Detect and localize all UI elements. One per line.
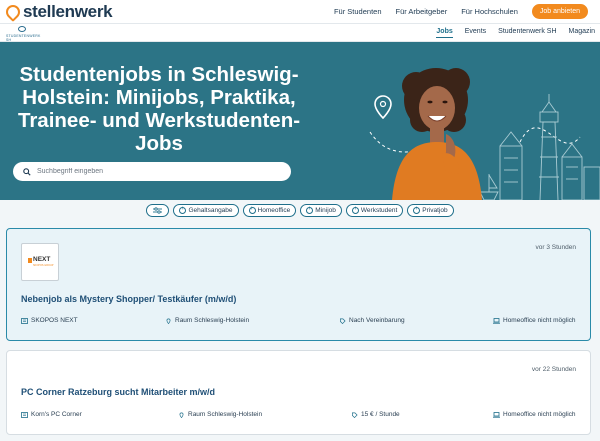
posted-time: vor 22 Stunden (531, 366, 576, 373)
filter-gehaltsangabe[interactable]: Gehaltsangabe (173, 204, 239, 217)
job-location: Raum Schleswig-Holstein (175, 317, 250, 324)
search-box[interactable] (13, 162, 291, 181)
building-icon (21, 411, 28, 418)
meta-location: Raum Schleswig-Holstein (165, 317, 249, 324)
filter-homeoffice[interactable]: Homeoffice (242, 204, 297, 217)
nav-fuer-hochschulen[interactable]: Für Hochschulen (461, 7, 518, 16)
tab-jobs[interactable]: Jobs (436, 28, 453, 38)
meta-homeoffice: Homeoffice nicht möglich (493, 411, 576, 418)
filter-label: Homeoffice (257, 207, 291, 214)
hero-title: Studentenjobs in Schleswig-Holstein: Min… (17, 63, 301, 155)
money-tag-icon (340, 318, 346, 324)
company-name: Korn's PC Corner (31, 411, 82, 418)
filter-minijob[interactable]: Minijob (300, 204, 342, 217)
plus-circle-icon (179, 206, 187, 214)
posted-time: vor 3 Stunden (535, 244, 576, 251)
job-card[interactable]: NEXT SKOPOS GROUP vor 3 Stunden Nebenjob… (6, 228, 591, 341)
studentenwerk-logo[interactable]: STUDENTENWERK SH (6, 26, 42, 42)
sub-navigation-bar: STUDENTENWERK SH Jobs Events Studentenwe… (0, 24, 600, 42)
top-navigation-bar: stellenwerk Für Studenten Für Arbeitgebe… (0, 0, 600, 24)
search-icon (23, 167, 31, 176)
job-title-link[interactable]: Nebenjob als Mystery Shopper/ Testkäufer… (21, 294, 236, 304)
meta-company: SKOPOS NEXT (21, 317, 78, 324)
money-tag-icon (352, 412, 358, 418)
location-pin-icon (166, 318, 171, 324)
search-input[interactable] (37, 168, 277, 175)
laptop-icon (493, 317, 500, 324)
studentenwerk-logo-text: STUDENTENWERK SH (6, 34, 41, 42)
plus-circle-icon (248, 206, 256, 214)
filter-werkstudent[interactable]: Werkstudent (345, 204, 404, 217)
laptop-icon (493, 411, 500, 418)
meta-homeoffice: Homeoffice nicht möglich (493, 317, 576, 324)
brand-name: stellenwerk (23, 2, 113, 21)
meta-company: Korn's PC Corner (21, 411, 82, 418)
nav-fuer-arbeitgeber[interactable]: Für Arbeitgeber (396, 7, 448, 16)
job-card[interactable]: vor 22 Stunden PC Corner Ratzeburg sucht… (6, 350, 591, 435)
job-anbieten-button[interactable]: Job anbieten (531, 4, 588, 19)
tab-studentenwerk-sh[interactable]: Studentenwerk SH (498, 28, 556, 38)
filter-label: Werkstudent (360, 207, 398, 214)
hero-illustration (369, 68, 600, 200)
job-location: Raum Schleswig-Holstein (188, 411, 263, 418)
filter-settings-button[interactable] (146, 204, 170, 217)
job-pay: Nach Vereinbarung (349, 317, 405, 324)
filter-label: Gehaltsangabe (188, 207, 233, 214)
studentenwerk-logo-icon (18, 26, 26, 32)
tab-magazin[interactable]: Magazin (569, 28, 595, 38)
filter-privatjob[interactable]: Privatjob (407, 204, 454, 217)
hero-banner: Studentenjobs in Schleswig-Holstein: Min… (0, 42, 600, 200)
job-homeoffice: Homeoffice nicht möglich (503, 411, 576, 418)
sliders-icon (153, 207, 163, 214)
company-name: SKOPOS NEXT (31, 317, 78, 324)
meta-location: Raum Schleswig-Holstein (178, 411, 262, 418)
job-homeoffice: Homeoffice nicht möglich (503, 317, 576, 324)
location-pin-icon (179, 412, 184, 418)
meta-pay: 15 € / Stunde (351, 411, 400, 418)
plus-circle-icon (306, 206, 314, 214)
filter-label: Minijob (315, 207, 336, 214)
skopos-mark-icon (28, 258, 32, 263)
building-icon (21, 317, 28, 324)
plus-circle-icon (413, 206, 421, 214)
company-logo: NEXT SKOPOS GROUP (21, 243, 59, 281)
filter-label: Privatjob (422, 207, 448, 214)
company-logo-text: NEXT (33, 256, 51, 263)
location-pin-logo-icon (3, 2, 23, 22)
job-title-link[interactable]: PC Corner Ratzeburg sucht Mitarbeiter m/… (21, 387, 215, 397)
stellenwerk-logo[interactable]: stellenwerk (3, 2, 113, 22)
tab-events[interactable]: Events (465, 28, 486, 38)
job-pay: 15 € / Stunde (361, 411, 400, 418)
filter-bar: Gehaltsangabe Homeoffice Minijob Werkstu… (0, 204, 600, 220)
sub-menu: Jobs Events Studentenwerk SH Magazin (436, 28, 595, 38)
meta-pay: Nach Vereinbarung (339, 317, 405, 324)
plus-circle-icon (351, 206, 359, 214)
nav-fuer-studenten[interactable]: Für Studenten (334, 7, 382, 16)
company-logo-subtext: SKOPOS GROUP (33, 264, 54, 267)
main-menu: Für Studenten Für Arbeitgeber Für Hochsc… (334, 4, 588, 19)
